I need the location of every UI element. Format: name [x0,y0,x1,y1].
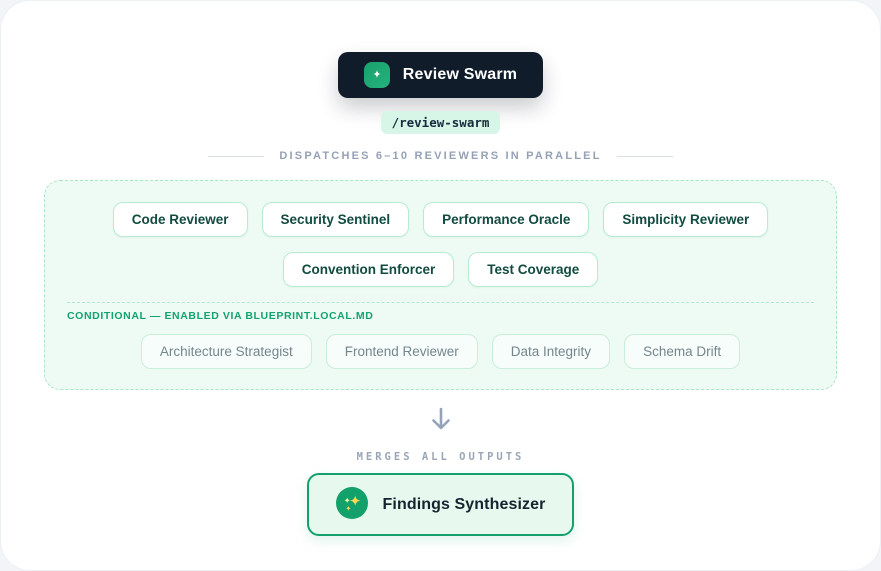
core-reviewers-row-2: Convention Enforcer Test Coverage [67,252,814,287]
divider-line-left [208,155,265,157]
arrow-down-icon [429,406,453,437]
conditional-section-label: CONDITIONAL — ENABLED VIA BLUEPRINT.LOCA… [67,310,374,322]
conditional-reviewers-row: Architecture Strategist Frontend Reviewe… [67,334,814,369]
chip-convention-enforcer[interactable]: Convention Enforcer [282,252,455,287]
chip-schema-drift[interactable]: Schema Drift [624,334,741,369]
dispatch-divider: DISPATCHES 6–10 REVIEWERS IN PARALLEL [208,150,673,162]
divider-line-right [616,155,673,157]
merge-label: MERGES ALL OUTPUTS [356,451,525,463]
dispatch-label: DISPATCHES 6–10 REVIEWERS IN PARALLEL [279,150,602,162]
chip-code-reviewer[interactable]: Code Reviewer [112,202,248,237]
chip-simplicity-reviewer[interactable]: Simplicity Reviewer [603,202,769,237]
flow-diagram: Review Swarm /review-swarm DISPATCHES 6–… [1,1,880,570]
chip-frontend-reviewer[interactable]: Frontend Reviewer [325,334,478,369]
chip-architecture-strategist[interactable]: Architecture Strategist [140,334,312,369]
page-card: Review Swarm /review-swarm DISPATCHES 6–… [0,0,881,571]
core-reviewers-row-1: Code Reviewer Security Sentinel Performa… [67,202,814,237]
chip-performance-oracle[interactable]: Performance Oracle [423,202,590,237]
chip-security-sentinel[interactable]: Security Sentinel [261,202,410,237]
command-title: Review Swarm [402,66,518,83]
chip-data-integrity[interactable]: Data Integrity [491,334,611,369]
findings-synthesizer-button[interactable]: Findings Synthesizer [306,473,575,536]
slash-command-badge: /review-swarm [380,111,501,134]
review-swarm-button[interactable]: Review Swarm [337,52,544,98]
sparkle-icon [363,62,390,88]
conditional-section-divider [67,302,814,303]
chip-test-coverage[interactable]: Test Coverage [468,252,599,287]
sparkles-icon [335,487,368,522]
reviewer-swarm-panel: Code Reviewer Security Sentinel Performa… [44,180,837,390]
synthesizer-title: Findings Synthesizer [382,495,546,513]
